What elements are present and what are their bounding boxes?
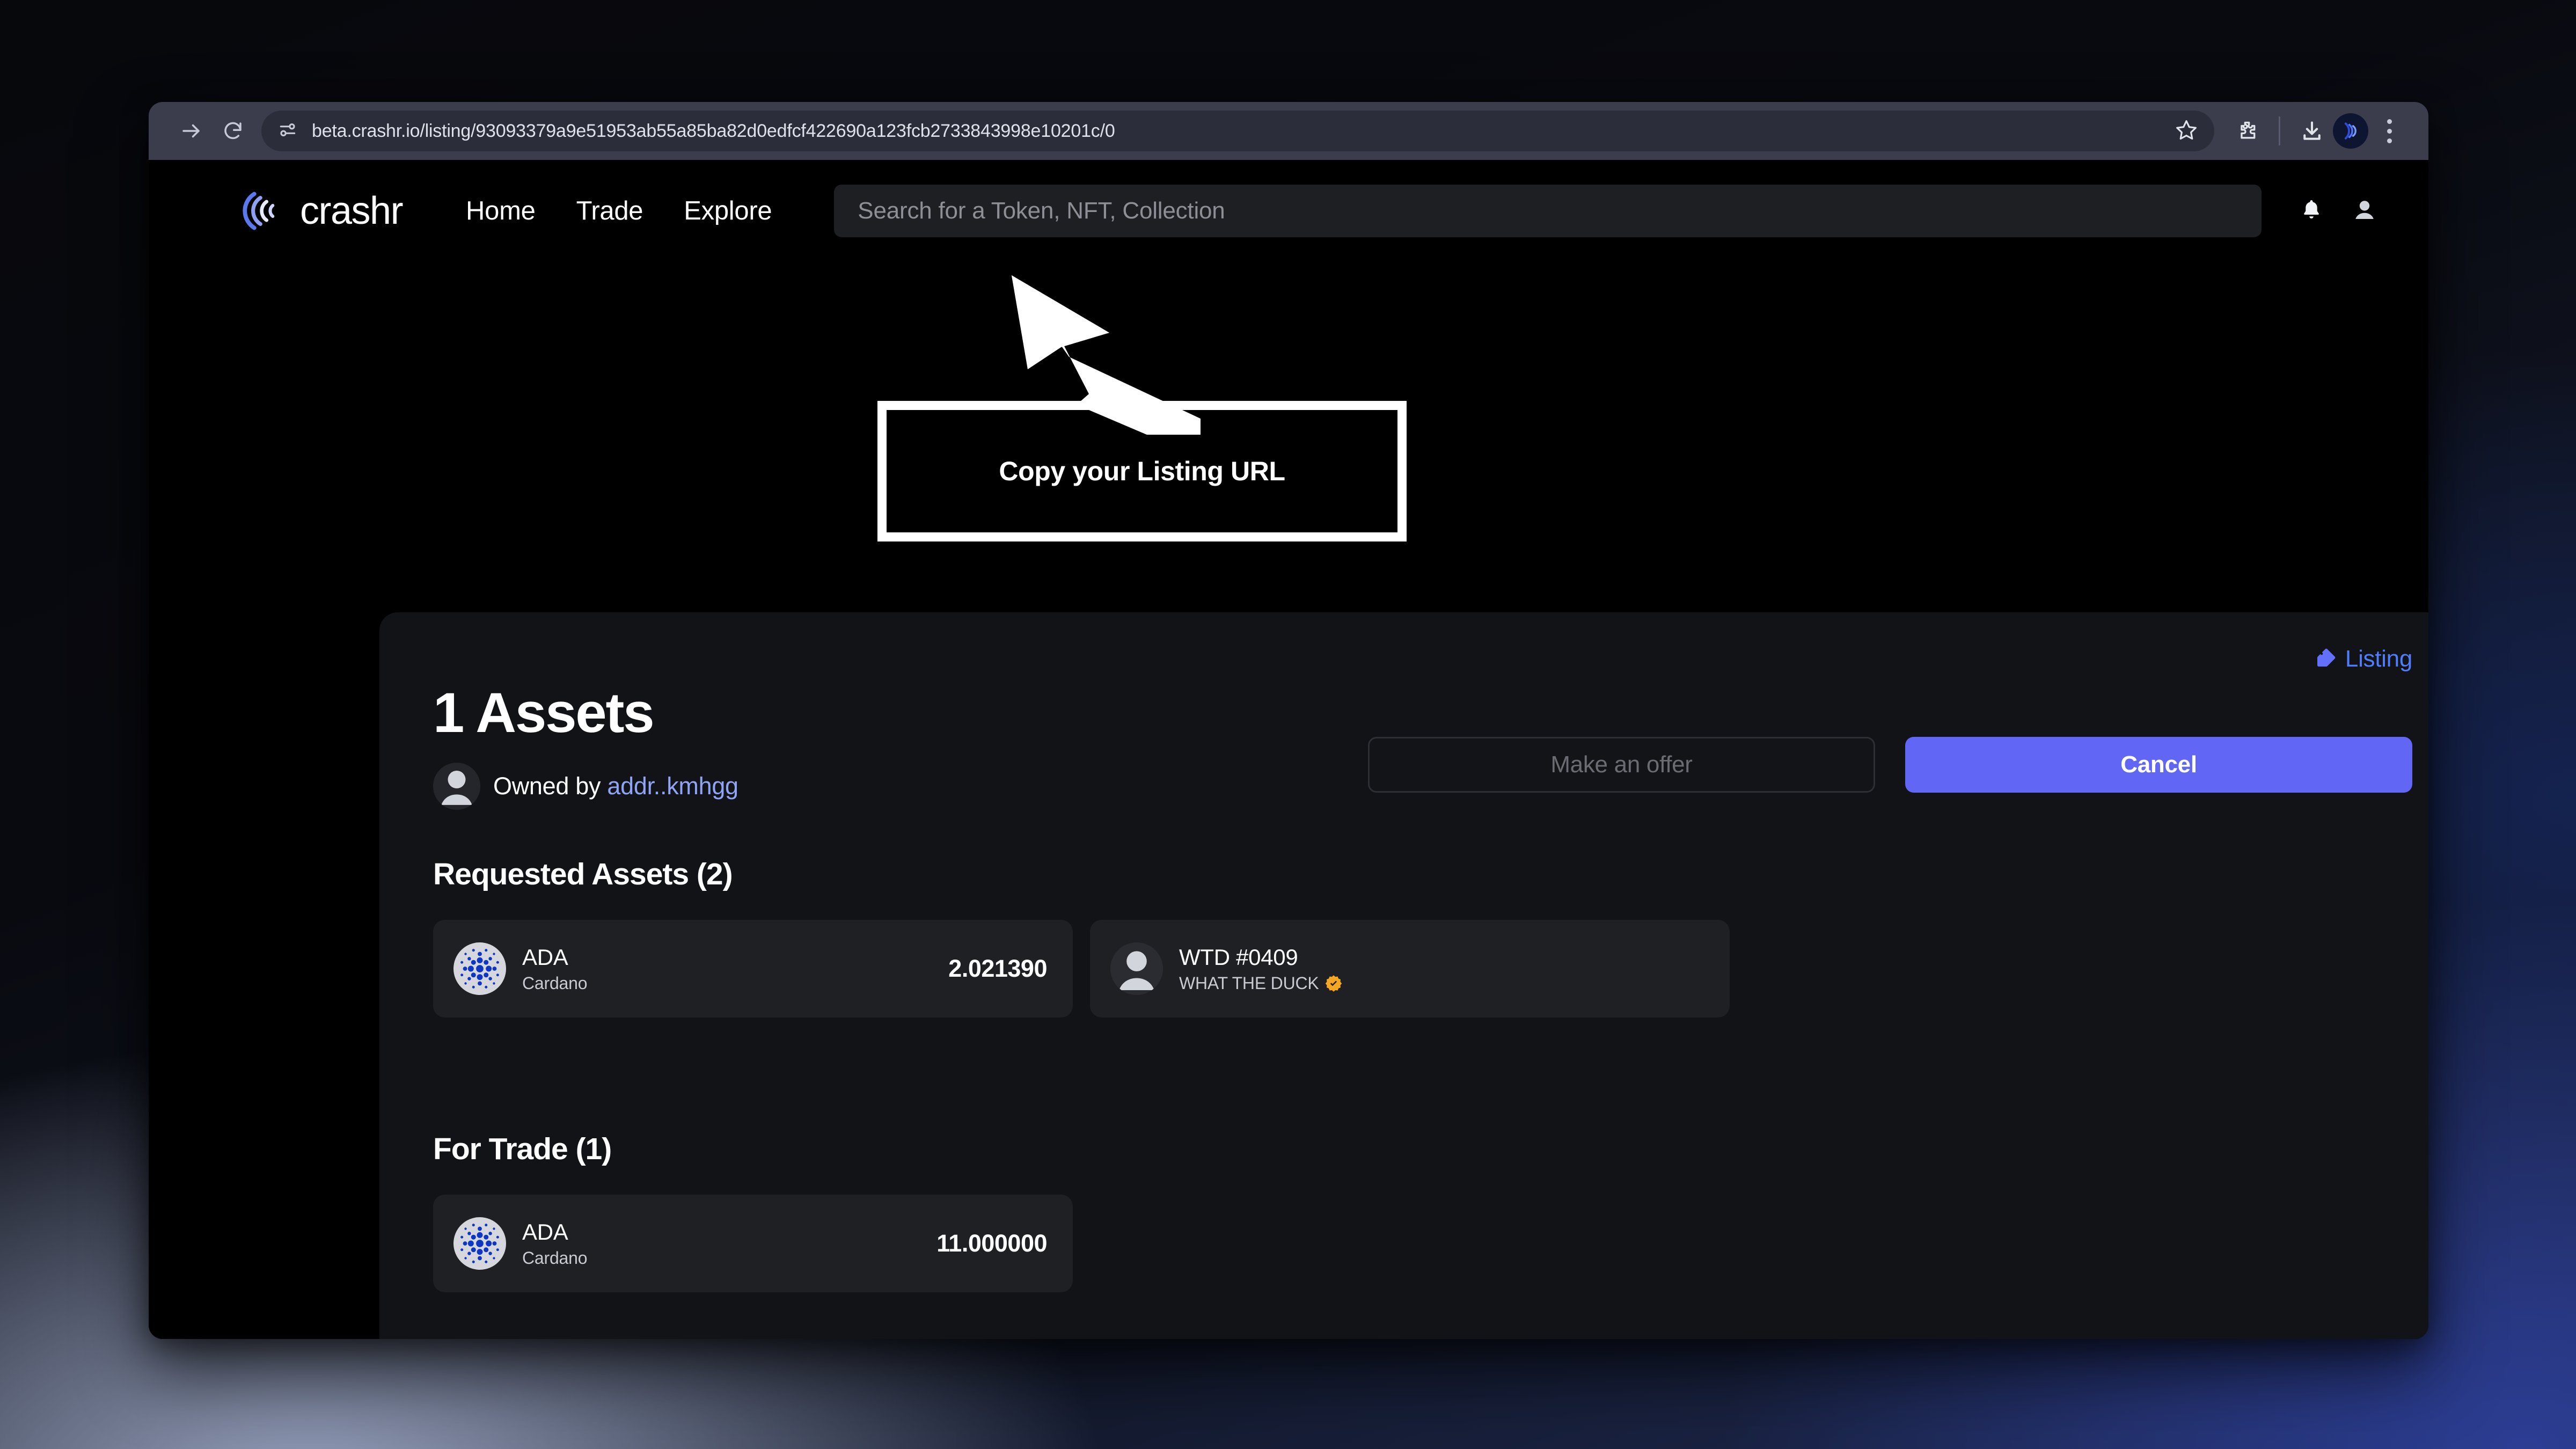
url-text: beta.crashr.io/listing/93093379a9e51953a… (312, 120, 1115, 141)
search-placeholder: Search for a Token, NFT, Collection (858, 197, 1225, 224)
status-badge-label: Listing (2345, 646, 2412, 672)
brand-name: crashr (300, 189, 404, 232)
avatar (433, 763, 480, 810)
nft-avatar-icon (1110, 942, 1163, 995)
asset-subtitle: Cardano (522, 1248, 588, 1268)
asset-name: ADA (522, 1219, 568, 1245)
asset-card[interactable]: ADA Cardano 11.000000 (433, 1195, 1073, 1292)
asset-subtitle: Cardano (522, 973, 588, 993)
listing-actions: Make an offer Cancel (1368, 737, 2412, 793)
asset-subtitle: WHAT THE DUCK (1179, 974, 1343, 993)
tooltip-callout: Copy your Listing URL (877, 401, 1407, 541)
download-icon[interactable] (2291, 110, 2333, 152)
browser-window: beta.crashr.io/listing/93093379a9e51953a… (149, 102, 2428, 1339)
puzzle-piece-icon[interactable] (2226, 110, 2268, 152)
section-requested-assets: Requested Assets (2) ADA Cardano 2.02139… (433, 857, 2412, 1018)
profile-avatar-icon[interactable] (2333, 113, 2368, 149)
make-offer-button[interactable]: Make an offer (1368, 737, 1875, 793)
asset-card[interactable]: WTD #0409 WHAT THE DUCK (1090, 920, 1730, 1018)
section-title: Requested Assets (2) (433, 857, 733, 891)
owner-text: Owned by addr..kmhgg (493, 772, 738, 800)
nav-item-home[interactable]: Home (466, 196, 536, 226)
search-input[interactable]: Search for a Token, NFT, Collection (834, 185, 2262, 237)
cancel-button[interactable]: Cancel (1905, 737, 2412, 793)
asset-name: ADA (522, 944, 568, 970)
tooltip-text: Copy your Listing URL (999, 456, 1285, 486)
asset-amount: 11.000000 (936, 1230, 1047, 1257)
bell-icon[interactable] (2299, 197, 2324, 225)
web-page: crashr Home Trade Explore Search for a T… (149, 160, 2428, 1339)
asset-subtitle-text: WHAT THE DUCK (1179, 973, 1319, 993)
toolbar-divider (2279, 116, 2280, 145)
star-icon[interactable] (2175, 118, 2198, 144)
verified-badge-icon (1325, 975, 1342, 992)
listing-panel: Listing 1 Assets Owned by addr..kmhgg Ma… (379, 612, 2428, 1339)
browser-toolbar: beta.crashr.io/listing/93093379a9e51953a… (149, 102, 2428, 160)
address-bar[interactable]: beta.crashr.io/listing/93093379a9e51953a… (261, 111, 2214, 151)
status-badge[interactable]: Listing (2315, 646, 2412, 672)
site-settings-icon[interactable] (277, 120, 298, 143)
asset-card-list: ADA Cardano 11.000000 (433, 1195, 2412, 1292)
asset-amount: 2.021390 (948, 955, 1047, 982)
forward-arrow-icon[interactable] (170, 110, 212, 152)
nav-item-trade[interactable]: Trade (576, 196, 643, 226)
section-for-trade: For Trade (1) ADA Cardano 11.000000 (433, 1131, 2412, 1292)
crashr-wave-icon (243, 192, 275, 230)
header-icons (2299, 197, 2377, 225)
main-nav: Home Trade Explore (466, 196, 772, 226)
cardano-logo-icon (453, 1217, 506, 1270)
owner-prefix: Owned by (493, 772, 601, 800)
asset-card-list: ADA Cardano 2.021390 WTD #0409 WHAT THE … (433, 920, 2412, 1018)
nav-item-explore[interactable]: Explore (684, 196, 772, 226)
three-dot-menu-icon[interactable] (2368, 110, 2410, 152)
cardano-logo-icon (453, 942, 506, 995)
owner-address-link[interactable]: addr..kmhgg (607, 772, 738, 800)
price-tag-icon (2315, 647, 2337, 671)
page-title: 1 Assets (433, 682, 655, 744)
reload-icon[interactable] (212, 110, 254, 152)
asset-card[interactable]: ADA Cardano 2.021390 (433, 920, 1073, 1018)
asset-name: WTD #0409 (1179, 944, 1298, 970)
section-title: For Trade (1) (433, 1132, 612, 1166)
crashr-logo[interactable]: crashr (239, 186, 404, 236)
site-header: crashr Home Trade Explore Search for a T… (149, 160, 2428, 262)
user-avatar-icon[interactable] (2352, 197, 2377, 225)
